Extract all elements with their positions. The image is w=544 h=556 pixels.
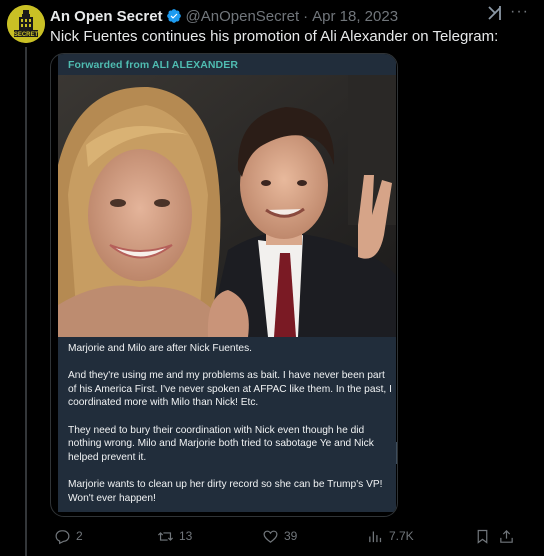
message-paragraph: Marjorie wants to clean up her dirty rec… (68, 478, 383, 504)
author-handle[interactable]: @AnOpenSecret (186, 8, 300, 25)
forwarded-label: Forwarded from ALI ALEXANDER (68, 59, 239, 71)
reply-icon (55, 529, 70, 544)
bookmark-button[interactable] (474, 525, 496, 547)
message-paragraph: Marjorie and Milo are after Nick Fuentes… (68, 343, 253, 354)
like-count: 39 (284, 529, 298, 543)
more-options-icon[interactable]: ··· (510, 3, 528, 21)
photo-image (58, 75, 396, 337)
author-name[interactable]: An Open Secret (50, 8, 163, 25)
post-date[interactable]: Apr 18, 2023 (312, 8, 398, 25)
analytics-icon (369, 531, 382, 542)
reply-button[interactable]: 2 (54, 525, 83, 547)
view-count: 7.7K (389, 529, 414, 543)
tweet-text: Nick Fuentes continues his promotion of … (50, 28, 499, 45)
media-attachment[interactable]: Forwarded from ALI ALEXANDER Marjorie an… (50, 53, 398, 517)
building-logo-icon: SECRET (7, 5, 45, 43)
like-button[interactable]: 39 (262, 525, 297, 547)
avatar-text: SECRET (14, 32, 39, 38)
message-paragraph: And they're using me and my problems as … (68, 370, 392, 409)
reply-count: 2 (76, 529, 83, 543)
message-paragraph: They need to bury their coordination wit… (68, 424, 374, 463)
telegram-message: Marjorie and Milo are after Nick Fuentes… (68, 342, 392, 512)
scroll-indicator (396, 442, 397, 464)
repost-count: 13 (179, 529, 193, 543)
bookmark-icon (477, 529, 488, 544)
views-button[interactable]: 7.7K (367, 525, 414, 547)
share-icon (500, 529, 513, 543)
thread-line (25, 47, 27, 556)
avatar[interactable]: SECRET (7, 5, 45, 43)
share-button[interactable] (498, 525, 520, 547)
separator-dot: · (303, 7, 309, 25)
verified-badge-icon[interactable] (166, 8, 182, 24)
heart-icon (263, 530, 278, 543)
telegram-screenshot: Forwarded from ALI ALEXANDER Marjorie an… (58, 54, 396, 512)
repost-button[interactable]: 13 (157, 525, 192, 547)
grok-icon[interactable] (486, 4, 504, 22)
tweet-header: An Open Secret @AnOpenSecret · Apr 18, 2… (50, 6, 544, 26)
action-bar: 2 13 39 7.7K (50, 525, 544, 547)
repost-icon (157, 531, 174, 541)
selfie-photo (58, 75, 396, 337)
